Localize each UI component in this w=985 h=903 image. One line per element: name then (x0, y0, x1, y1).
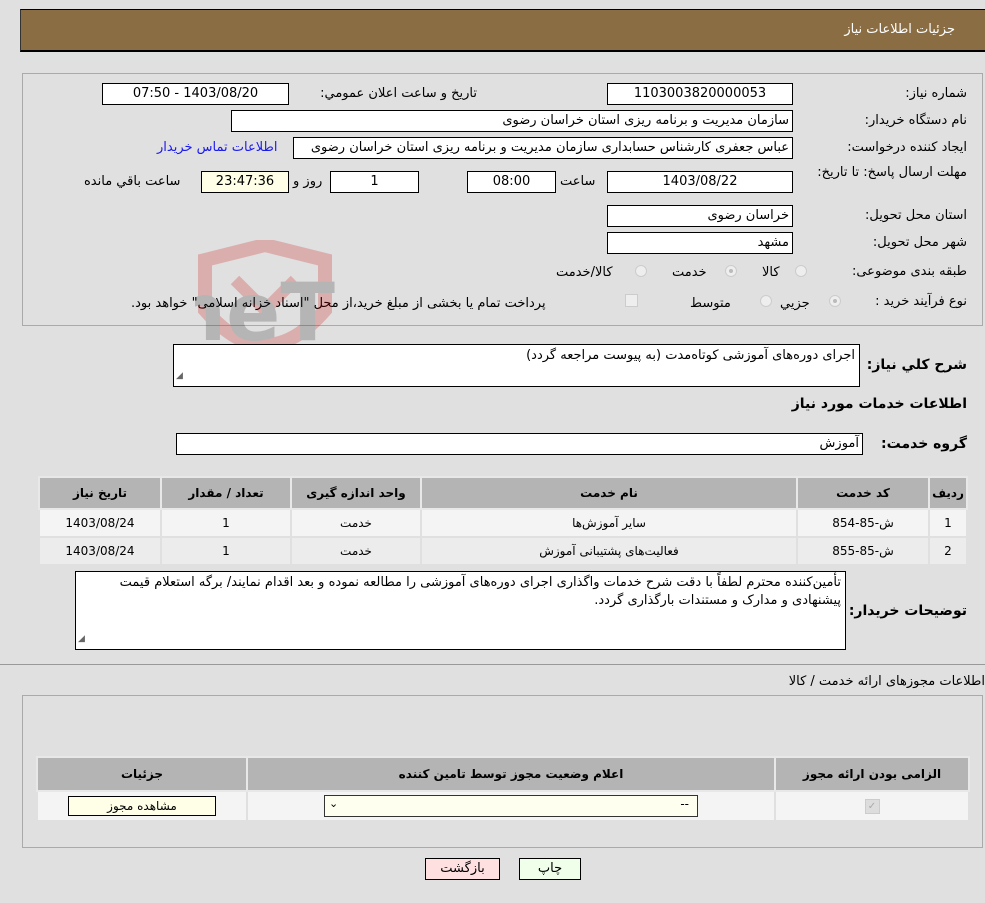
cell-qty: 1 (160, 536, 292, 566)
process-radio-medium[interactable] (760, 295, 772, 307)
permits-section-title: اطلاعات مجوزهای ارائه خدمت / کالا (788, 674, 985, 689)
view-permit-button[interactable]: مشاهده مجوز (68, 796, 216, 816)
process-option-medium: متوسط (690, 296, 731, 311)
days-label: روز و (293, 174, 323, 189)
cell-date: 1403/08/24 (38, 508, 162, 538)
services-table-header: ردیف کد خدمت نام خدمت واحد اندازه گیری ت… (38, 476, 968, 510)
buyer-notes-label: توضیحات خریدار: (848, 603, 967, 619)
creator-label: ایجاد کننده درخواست: (847, 140, 967, 155)
province-field: خراسان رضوی (607, 205, 793, 227)
cell-date: 1403/08/24 (38, 536, 162, 566)
creator-field: عباس جعفری کارشناس حسابداری سازمان مدیری… (293, 137, 793, 159)
cell-required: ✓ (774, 790, 970, 822)
print-button[interactable]: چاپ (519, 858, 581, 880)
province-label: استان محل تحویل: (865, 208, 967, 223)
category-radio-goods-service[interactable] (635, 265, 647, 277)
category-radio-service[interactable] (725, 265, 737, 277)
category-option-service: خدمت (672, 265, 707, 280)
col-qty: تعداد / مقدار (160, 476, 292, 510)
process-radio-minor[interactable] (829, 295, 841, 307)
deadline-time-field: 08:00 (467, 171, 556, 193)
announce-label: تاریخ و ساعت اعلان عمومي: (320, 86, 477, 101)
cell-code: ش-85-855 (796, 536, 930, 566)
remaining-time-field: 23:47:36 (201, 171, 289, 193)
deadline-label: مهلت ارسال پاسخ: تا تاریخ: (817, 165, 967, 180)
services-section-title: اطلاعات خدمات مورد نیاز (791, 396, 967, 412)
need-number-field: 1103003820000053 (607, 83, 793, 105)
permit-status-value: -- (680, 797, 689, 811)
divider (0, 664, 985, 665)
deadline-date-field: 1403/08/22 (607, 171, 793, 193)
col-name: نام خدمت (420, 476, 798, 510)
table-row: ✓ -- ⌄ مشاهده مجوز (36, 790, 970, 822)
page-header: جزئیات اطلاعات نیاز (20, 9, 985, 52)
treasury-note: پرداخت تمام یا بخشی از مبلغ خرید،از محل … (131, 296, 546, 311)
buyer-org-field: سازمان مدیریت و برنامه ریزی استان خراسان… (231, 110, 793, 132)
days-field: 1 (330, 171, 419, 193)
cell-unit: خدمت (290, 508, 422, 538)
city-field: مشهد (607, 232, 793, 254)
cell-qty: 1 (160, 508, 292, 538)
category-label: طبقه بندی موضوعی: (851, 264, 967, 279)
col-date: تاریخ نیاز (38, 476, 162, 510)
resize-handle-icon[interactable]: ◢ (176, 367, 183, 385)
service-group-field: آموزش (176, 433, 863, 455)
buyer-contact-link[interactable]: اطلاعات تماس خریدار (157, 140, 277, 155)
chevron-down-icon: ⌄ (329, 797, 339, 810)
resize-handle-icon[interactable]: ◢ (78, 630, 85, 648)
table-row: 2 ش-85-855 فعالیت‌های پشتیبانی آموزش خدم… (38, 536, 968, 566)
permits-table-header: الزامی بودن ارائه مجوز اعلام وضعیت مجوز … (36, 756, 970, 792)
col-unit: واحد اندازه گیری (290, 476, 422, 510)
cell-unit: خدمت (290, 536, 422, 566)
page-title: جزئیات اطلاعات نیاز (844, 22, 955, 37)
cell-code: ش-85-854 (796, 508, 930, 538)
process-label: نوع فرآیند خرید : (875, 294, 967, 309)
services-table: ردیف کد خدمت نام خدمت واحد اندازه گیری ت… (38, 476, 968, 566)
permit-status-select[interactable]: -- ⌄ (324, 795, 698, 817)
treasury-checkbox[interactable] (625, 294, 638, 307)
description-label: شرح كلي نياز: (866, 357, 967, 373)
buyer-org-label: نام دستگاه خریدار: (864, 113, 967, 128)
back-button[interactable]: بازگشت (425, 858, 500, 880)
buyer-notes-text: تأمین‌کننده محترم لطفاً با دقت شرح خدمات… (119, 575, 841, 608)
category-option-goods-service: کالا/خدمت (556, 265, 613, 280)
buyer-notes-textarea[interactable]: تأمین‌کننده محترم لطفاً با دقت شرح خدمات… (75, 571, 846, 650)
col-index: ردیف (928, 476, 968, 510)
description-text: اجرای دوره‌های آموزشی کوتاه‌مدت (به پیوس… (526, 348, 855, 363)
remaining-label: ساعت باقي مانده (84, 174, 181, 189)
announce-field: 1403/08/20 - 07:50 (102, 83, 289, 105)
deadline-time-label: ساعت (560, 174, 596, 189)
cell-index: 1 (928, 508, 968, 538)
required-checkbox: ✓ (864, 799, 880, 814)
table-row: 1 ش-85-854 سایر آموزش‌ها خدمت 1 1403/08/… (38, 508, 968, 538)
col-code: کد خدمت (796, 476, 930, 510)
col-required: الزامی بودن ارائه مجوز (774, 756, 970, 792)
need-number-label: شماره نیاز: (905, 86, 967, 101)
city-label: شهر محل تحویل: (872, 235, 967, 250)
cell-name: فعالیت‌های پشتیبانی آموزش (420, 536, 798, 566)
service-group-label: گروه خدمت: (881, 436, 967, 452)
category-option-goods: کالا (762, 265, 780, 280)
col-status: اعلام وضعیت مجوز توسط تامین کننده (246, 756, 776, 792)
cell-details: مشاهده مجوز (36, 790, 248, 822)
category-radio-goods[interactable] (795, 265, 807, 277)
cell-index: 2 (928, 536, 968, 566)
description-textarea[interactable]: اجرای دوره‌های آموزشی کوتاه‌مدت (به پیوس… (173, 344, 860, 387)
process-option-minor: جزيي (780, 296, 810, 311)
cell-name: سایر آموزش‌ها (420, 508, 798, 538)
permits-table: الزامی بودن ارائه مجوز اعلام وضعیت مجوز … (36, 756, 970, 822)
cell-status: -- ⌄ (246, 790, 776, 822)
col-details: جزئیات (36, 756, 248, 792)
